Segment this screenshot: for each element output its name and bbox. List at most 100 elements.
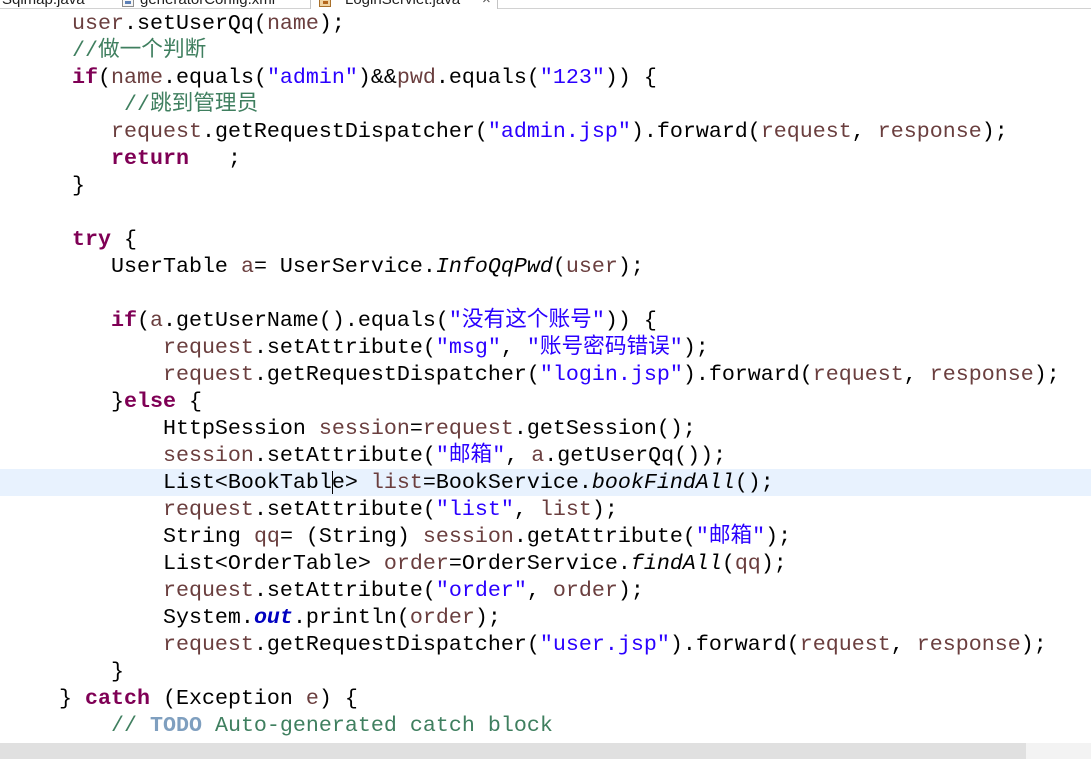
- code-text[interactable]: }: [111, 659, 124, 684]
- editor-tab-login-servlet[interactable]: LoginServlet.java ×: [310, 0, 498, 9]
- code-text[interactable]: .println(: [293, 605, 410, 630]
- code-line[interactable]: session.setAttribute("邮箱", a.getUserQq()…: [0, 442, 1091, 469]
- indentation[interactable]: [7, 119, 111, 144]
- code-text[interactable]: ,: [527, 578, 553, 603]
- local-variable[interactable]: request: [163, 578, 254, 603]
- code-line[interactable]: if(a.getUserName().equals("没有这个账号")) {: [0, 307, 1091, 334]
- indentation[interactable]: [7, 605, 163, 630]
- code-line[interactable]: List<OrderTable> order=OrderService.find…: [0, 550, 1091, 577]
- local-variable[interactable]: order: [553, 578, 618, 603]
- code-text[interactable]: );: [761, 551, 787, 576]
- code-text[interactable]: .setAttribute(: [254, 335, 436, 360]
- indentation[interactable]: [7, 524, 163, 549]
- code-text[interactable]: ) {: [319, 686, 358, 711]
- code-line[interactable]: request.setAttribute("order", order);: [0, 577, 1091, 604]
- java-keyword[interactable]: try: [72, 227, 111, 252]
- java-keyword[interactable]: else: [124, 389, 176, 414]
- local-variable[interactable]: list: [371, 470, 423, 495]
- string-literal[interactable]: "admin": [267, 65, 358, 90]
- local-variable[interactable]: qq: [254, 524, 280, 549]
- indentation[interactable]: [7, 38, 72, 63]
- code-text[interactable]: .getUserQq());: [544, 443, 726, 468]
- string-literal[interactable]: "msg": [436, 335, 501, 360]
- local-variable[interactable]: a: [150, 308, 163, 333]
- code-text[interactable]: );: [982, 119, 1008, 144]
- java-keyword[interactable]: if: [72, 65, 98, 90]
- close-tab-icon[interactable]: ×: [482, 0, 491, 8]
- code-text[interactable]: );: [475, 605, 501, 630]
- code-text[interactable]: ,: [514, 497, 540, 522]
- code-text[interactable]: ;: [189, 146, 241, 171]
- indentation[interactable]: [7, 443, 163, 468]
- code-text[interactable]: ,: [505, 443, 531, 468]
- indentation[interactable]: [7, 92, 124, 117]
- local-variable[interactable]: e: [306, 686, 319, 711]
- string-literal[interactable]: "邮箱": [436, 443, 505, 468]
- indentation[interactable]: [7, 713, 111, 738]
- indentation[interactable]: [7, 227, 72, 252]
- code-line[interactable]: UserTable a= UserService.InfoQqPwd(user)…: [0, 253, 1091, 280]
- code-text[interactable]: .setUserQq(: [124, 11, 267, 36]
- local-variable[interactable]: a: [531, 443, 544, 468]
- string-literal[interactable]: "list": [436, 497, 514, 522]
- string-literal[interactable]: "order": [436, 578, 527, 603]
- indentation[interactable]: [7, 254, 111, 279]
- code-text[interactable]: );: [1021, 632, 1047, 657]
- code-text[interactable]: e>: [332, 470, 371, 495]
- code-text[interactable]: );: [618, 254, 644, 279]
- indentation[interactable]: [7, 11, 72, 36]
- code-text[interactable]: {: [176, 389, 202, 414]
- code-line[interactable]: user.setUserQq(name);: [0, 10, 1091, 37]
- code-text[interactable]: }: [72, 173, 85, 198]
- code-text[interactable]: .equals(: [163, 65, 267, 90]
- code-text[interactable]: .setAttribute(: [254, 497, 436, 522]
- code-text[interactable]: ).forward(: [631, 119, 761, 144]
- code-line[interactable]: request.setAttribute("list", list);: [0, 496, 1091, 523]
- local-variable[interactable]: list: [540, 497, 592, 522]
- code-text[interactable]: (Exception: [150, 686, 306, 711]
- code-text[interactable]: .getAttribute(: [514, 524, 696, 549]
- code-text[interactable]: UserTable: [111, 254, 241, 279]
- code-text[interactable]: .getUserName().equals(: [163, 308, 449, 333]
- string-literal[interactable]: "user.jsp": [540, 632, 670, 657]
- string-literal[interactable]: "邮箱": [696, 524, 765, 549]
- comment[interactable]: Auto-generated catch block: [202, 713, 553, 738]
- code-line[interactable]: return ;: [0, 145, 1091, 172]
- code-line[interactable]: } catch (Exception e) {: [0, 685, 1091, 712]
- string-literal[interactable]: "123": [540, 65, 605, 90]
- code-text[interactable]: ,: [852, 119, 878, 144]
- indentation[interactable]: [7, 146, 111, 171]
- code-line[interactable]: [0, 199, 1091, 226]
- string-literal[interactable]: "login.jsp": [540, 362, 683, 387]
- local-variable[interactable]: session: [319, 416, 410, 441]
- code-text[interactable]: .setAttribute(: [254, 578, 436, 603]
- java-keyword[interactable]: if: [111, 308, 137, 333]
- code-text[interactable]: =: [410, 416, 423, 441]
- code-line[interactable]: }else {: [0, 388, 1091, 415]
- code-line[interactable]: try {: [0, 226, 1091, 253]
- todo-task-tag[interactable]: TODO: [150, 713, 202, 738]
- local-variable[interactable]: order: [410, 605, 475, 630]
- code-text[interactable]: );: [592, 497, 618, 522]
- code-text[interactable]: .equals(: [436, 65, 540, 90]
- code-line[interactable]: request.getRequestDispatcher("user.jsp")…: [0, 631, 1091, 658]
- code-line[interactable]: request.getRequestDispatcher("login.jsp"…: [0, 361, 1091, 388]
- comment[interactable]: //: [111, 713, 150, 738]
- static-field[interactable]: out: [254, 605, 293, 630]
- java-keyword[interactable]: catch: [85, 686, 150, 711]
- code-line[interactable]: // TODO Auto-generated catch block: [0, 712, 1091, 739]
- code-text[interactable]: ).forward(: [670, 632, 800, 657]
- local-variable[interactable]: a: [241, 254, 254, 279]
- indentation[interactable]: [7, 632, 163, 657]
- scrollbar-thumb[interactable]: [0, 743, 1026, 759]
- code-line-current[interactable]: List<BookTable> list=BookService.bookFin…: [0, 469, 1091, 496]
- string-literal[interactable]: "账号密码错误": [527, 335, 683, 360]
- code-text[interactable]: .getRequestDispatcher(: [254, 632, 540, 657]
- code-text[interactable]: );: [618, 578, 644, 603]
- java-keyword[interactable]: return: [111, 146, 189, 171]
- comment[interactable]: //做一个判断: [72, 38, 206, 63]
- local-variable[interactable]: user: [566, 254, 618, 279]
- local-variable[interactable]: qq: [735, 551, 761, 576]
- static-method-name[interactable]: InfoQqPwd: [436, 254, 553, 279]
- code-text[interactable]: = (String): [280, 524, 423, 549]
